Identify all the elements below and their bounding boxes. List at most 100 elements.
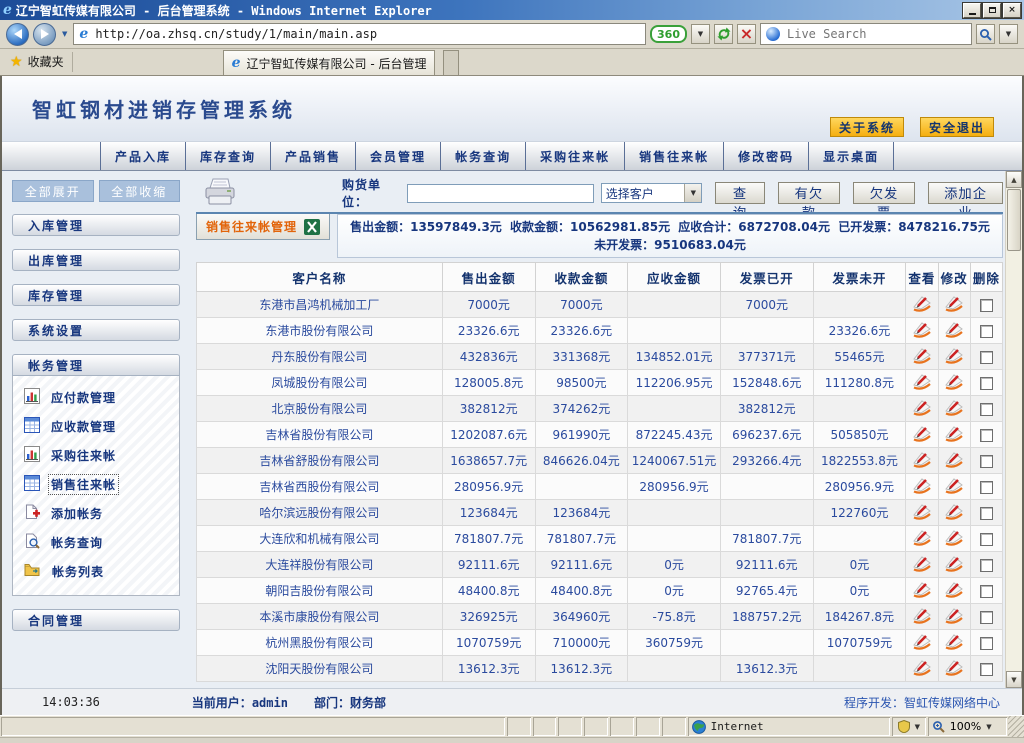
view-icon[interactable] <box>911 295 933 312</box>
nav-tab[interactable]: 产品入库 <box>100 142 186 170</box>
sidebar-item[interactable]: 销售往来帐 <box>24 470 179 499</box>
edit-icon[interactable] <box>943 295 965 312</box>
sidebar-panel[interactable]: 系统设置 <box>12 319 180 341</box>
search-input[interactable] <box>785 26 966 42</box>
vertical-scrollbar[interactable]: ▲ ▼ <box>1005 171 1022 688</box>
sidebar-item[interactable]: 添加帐务 <box>24 499 179 528</box>
edit-icon[interactable] <box>943 373 965 390</box>
about-system-button[interactable]: 关于系统 <box>830 117 904 137</box>
edit-icon[interactable] <box>943 321 965 338</box>
delete-checkbox[interactable] <box>980 481 993 494</box>
sales-accounts-tab[interactable]: 销售往来帐管理 <box>196 214 330 240</box>
toolbar-button[interactable]: 添加企业 <box>928 182 1003 204</box>
search-options-dropdown[interactable]: ▼ <box>999 24 1018 44</box>
delete-checkbox[interactable] <box>980 533 993 546</box>
close-button[interactable]: × <box>1003 3 1021 18</box>
toolbar-button[interactable]: 有欠款 <box>778 182 840 204</box>
delete-checkbox[interactable] <box>980 351 993 364</box>
history-dropdown-icon[interactable]: ▼ <box>60 30 69 38</box>
search-go-button[interactable] <box>976 24 995 44</box>
view-icon[interactable] <box>911 633 933 650</box>
badge-360-dropdown[interactable]: ▼ <box>691 24 710 44</box>
security-report-pane[interactable]: ▼ <box>892 717 926 736</box>
scrollbar-thumb[interactable] <box>1007 189 1021 251</box>
view-icon[interactable] <box>911 555 933 572</box>
view-icon[interactable] <box>911 399 933 416</box>
nav-tab[interactable]: 库存查询 <box>186 142 271 170</box>
edit-icon[interactable] <box>943 503 965 520</box>
minimize-button[interactable] <box>963 3 981 18</box>
scroll-up-button[interactable]: ▲ <box>1006 171 1022 188</box>
new-tab-stub[interactable] <box>443 50 459 75</box>
safe-exit-button[interactable]: 安全退出 <box>920 117 994 137</box>
view-icon[interactable] <box>911 581 933 598</box>
customer-select[interactable]: 选择客户 ▼ <box>601 183 703 203</box>
edit-icon[interactable] <box>943 633 965 650</box>
sidebar-panel[interactable]: 出库管理 <box>12 249 180 271</box>
refresh-button[interactable] <box>714 24 733 44</box>
sidebar-item[interactable]: 帐务查询 <box>24 528 179 557</box>
delete-checkbox[interactable] <box>980 325 993 338</box>
delete-checkbox[interactable] <box>980 507 993 520</box>
view-icon[interactable] <box>911 347 933 364</box>
browser-tab[interactable]: e 辽宁智虹传媒有限公司 - 后台管理系统 <box>223 50 435 75</box>
view-icon[interactable] <box>911 425 933 442</box>
delete-checkbox[interactable] <box>980 403 993 416</box>
delete-checkbox[interactable] <box>980 559 993 572</box>
edit-icon[interactable] <box>943 477 965 494</box>
zoom-pane[interactable]: 100% ▼ <box>928 717 1007 736</box>
view-icon[interactable] <box>911 659 933 676</box>
edit-icon[interactable] <box>943 399 965 416</box>
view-icon[interactable] <box>911 451 933 468</box>
toolbar-button[interactable]: 查询 <box>715 182 764 204</box>
nav-tab[interactable]: 帐务查询 <box>441 142 526 170</box>
delete-checkbox[interactable] <box>980 585 993 598</box>
sidebar-item[interactable]: 采购往来帐 <box>24 441 179 470</box>
edit-icon[interactable] <box>943 581 965 598</box>
delete-checkbox[interactable] <box>980 611 993 624</box>
forward-button[interactable] <box>33 23 56 46</box>
edit-icon[interactable] <box>943 529 965 546</box>
excel-export-icon[interactable] <box>304 219 320 235</box>
delete-checkbox[interactable] <box>980 455 993 468</box>
view-icon[interactable] <box>911 477 933 494</box>
edit-icon[interactable] <box>943 607 965 624</box>
favorites-button[interactable]: ★ 收藏夹 <box>6 48 72 75</box>
restore-button[interactable] <box>983 3 1001 18</box>
view-icon[interactable] <box>911 607 933 624</box>
view-icon[interactable] <box>911 503 933 520</box>
edit-icon[interactable] <box>943 659 965 676</box>
nav-tab[interactable]: 销售往来帐 <box>625 142 724 170</box>
sidebar-panel[interactable]: 库存管理 <box>12 284 180 306</box>
delete-checkbox[interactable] <box>980 637 993 650</box>
sidebar-item[interactable]: 应收款管理 <box>24 412 179 441</box>
nav-tab[interactable]: 会员管理 <box>356 142 441 170</box>
buyer-input[interactable] <box>407 184 594 203</box>
scroll-down-button[interactable]: ▼ <box>1006 671 1022 688</box>
delete-checkbox[interactable] <box>980 377 993 390</box>
badge-360[interactable]: 360 <box>650 25 687 43</box>
toolbar-button[interactable]: 欠发票 <box>853 182 915 204</box>
nav-tab[interactable]: 修改密码 <box>724 142 809 170</box>
sidebar-item[interactable]: 帐务列表 <box>24 557 179 586</box>
delete-checkbox[interactable] <box>980 663 993 676</box>
view-icon[interactable] <box>911 373 933 390</box>
edit-icon[interactable] <box>943 347 965 364</box>
collapse-all-button[interactable]: 全部收缩 <box>99 180 181 202</box>
resize-grip-icon[interactable] <box>1008 716 1024 737</box>
sidebar-panel[interactable]: 入库管理 <box>12 214 180 236</box>
nav-tab[interactable]: 采购往来帐 <box>526 142 625 170</box>
view-icon[interactable] <box>911 529 933 546</box>
expand-all-button[interactable]: 全部展开 <box>12 180 94 202</box>
stop-button[interactable]: × <box>737 24 756 44</box>
nav-tab[interactable]: 显示桌面 <box>809 142 894 170</box>
address-input[interactable] <box>93 26 640 42</box>
delete-checkbox[interactable] <box>980 299 993 312</box>
edit-icon[interactable] <box>943 425 965 442</box>
nav-tab[interactable]: 产品销售 <box>271 142 356 170</box>
scrollbar-track[interactable] <box>1006 252 1022 671</box>
delete-checkbox[interactable] <box>980 429 993 442</box>
edit-icon[interactable] <box>943 451 965 468</box>
sidebar-panel-contract[interactable]: 合同管理 <box>12 609 180 631</box>
view-icon[interactable] <box>911 321 933 338</box>
